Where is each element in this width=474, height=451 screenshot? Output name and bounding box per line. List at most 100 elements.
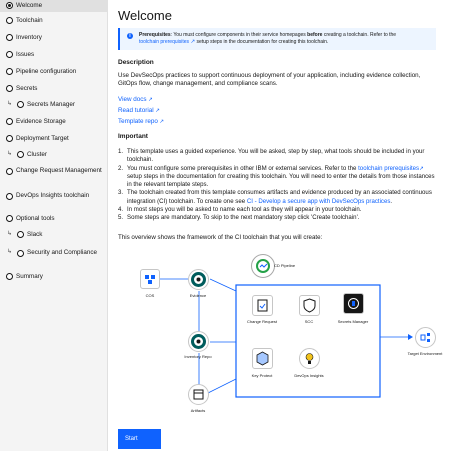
evidence-label: Evidence xyxy=(189,293,207,298)
cos-icon xyxy=(140,269,160,289)
sidebar-item-inventory[interactable]: Inventory xyxy=(0,33,108,43)
sidebar-item-security-and-compliance[interactable]: ↳ Security and Compliance xyxy=(0,248,108,266)
sidebar-item-label: Toolchain xyxy=(16,17,43,24)
cd-pipeline-icon xyxy=(251,254,275,278)
template-repo-link[interactable]: Template repo ↗ xyxy=(118,118,164,125)
radio-icon xyxy=(17,250,24,257)
radio-icon xyxy=(6,193,13,200)
toolchain-prerequisites-link[interactable]: toolchain prerequisites↗ xyxy=(358,165,424,172)
read-tutorial-link[interactable]: Read tutorial ↗ xyxy=(118,107,160,114)
scc-label: SCC xyxy=(304,319,314,324)
sidebar-item-devops-insights-toolchain[interactable]: DevOps Insights toolchain xyxy=(0,191,108,209)
prerequisites-notice: i Prerequisites: You must configure comp… xyxy=(118,28,436,50)
important-steps-list: 1. This template uses a guided experience… xyxy=(118,148,438,223)
sidebar-item-label: Welcome xyxy=(16,2,43,9)
sidebar-item-pipeline-configuration[interactable]: Pipeline configuration xyxy=(0,67,108,77)
artifacts-label: Artifacts xyxy=(190,408,206,413)
radio-icon xyxy=(17,101,24,108)
devops-insights-icon xyxy=(299,348,320,369)
sidebar-item-optional-tools[interactable]: Optional tools xyxy=(0,214,108,224)
cd-pipeline-label: CD Pipeline xyxy=(274,263,296,268)
radio-icon xyxy=(6,17,13,24)
change-request-icon xyxy=(252,295,273,316)
sub-item-arrow-icon: ↳ xyxy=(7,249,13,255)
external-link-icon: ↗ xyxy=(419,165,424,172)
list-item: 4. In most steps you will be asked to nam… xyxy=(118,206,362,214)
overview-text: This overview shows the framework of the… xyxy=(118,234,323,241)
page-title: Welcome xyxy=(118,8,172,23)
radio-icon xyxy=(6,135,13,142)
sidebar-item-label: Issues xyxy=(16,51,35,58)
radio-icon xyxy=(17,231,24,238)
radio-selected-icon xyxy=(6,2,13,9)
radio-icon xyxy=(6,34,13,41)
evidence-icon xyxy=(188,269,209,290)
sidebar-item-slack[interactable]: ↳ Slack xyxy=(0,230,108,240)
inventory-repo-label: Inventory Repo xyxy=(184,354,212,359)
devops-insights-label: DevOps Insights xyxy=(294,373,324,378)
sidebar-item-secrets[interactable]: Secrets xyxy=(0,84,108,94)
radio-icon xyxy=(6,51,13,58)
sidebar-item-label: Deployment Target xyxy=(16,135,69,142)
sidebar-item-label: Secrets xyxy=(16,85,38,92)
sidebar-item-welcome[interactable]: Welcome xyxy=(0,0,108,12)
sidebar: Welcome Toolchain Inventory Issues Pipel… xyxy=(0,0,108,451)
radio-icon xyxy=(6,215,13,222)
sidebar-item-secrets-manager[interactable]: ↳ Secrets Manager xyxy=(0,100,108,110)
sidebar-item-label: Security and Compliance xyxy=(27,249,98,256)
external-link-icon: ↗ xyxy=(157,119,165,125)
view-docs-link[interactable]: View docs ↗ xyxy=(118,96,153,103)
notice-text: Prerequisites: You must configure compon… xyxy=(139,32,397,45)
sidebar-item-label: Evidence Storage xyxy=(16,118,66,125)
sidebar-item-issues[interactable]: Issues xyxy=(0,50,108,60)
sidebar-item-label: Summary xyxy=(16,273,43,280)
list-item: 3. The toolchain created from this templa… xyxy=(118,189,432,205)
sidebar-item-label: Slack xyxy=(27,231,43,238)
radio-icon xyxy=(6,85,13,92)
artifacts-icon xyxy=(188,384,209,405)
ci-template-link[interactable]: CI - Develop a secure app with DevSecOps… xyxy=(247,198,391,205)
sidebar-item-label: Pipeline configuration xyxy=(16,68,77,75)
toolchain-prerequisites-link[interactable]: toolchain prerequisites ↗ xyxy=(139,39,195,45)
sidebar-item-label: Optional tools xyxy=(16,215,55,222)
key-protect-icon xyxy=(252,348,273,369)
sidebar-item-cluster[interactable]: ↳ Cluster xyxy=(0,150,108,160)
target-environment-icon xyxy=(415,327,436,348)
secrets-manager-label: Secrets Manager xyxy=(337,319,369,324)
radio-icon xyxy=(6,168,13,175)
sidebar-item-deployment-target[interactable]: Deployment Target xyxy=(0,134,108,144)
sidebar-item-summary[interactable]: Summary xyxy=(0,272,108,282)
sidebar-item-label: Change Request Management xyxy=(16,167,102,174)
list-item: 1. This template uses a guided experience… xyxy=(118,148,425,164)
inventory-repo-icon xyxy=(188,331,209,352)
secrets-manager-icon xyxy=(343,293,364,314)
radio-icon xyxy=(6,273,13,280)
sub-item-arrow-icon: ↳ xyxy=(7,101,13,107)
description-heading: Description xyxy=(118,59,154,66)
key-protect-label: Key Protect xyxy=(251,373,273,378)
start-button[interactable]: Start xyxy=(118,429,161,449)
sidebar-item-evidence-storage[interactable]: Evidence Storage xyxy=(0,117,108,127)
target-environment-label: Target Environment xyxy=(407,351,443,356)
sidebar-item-label: Inventory xyxy=(16,34,42,41)
external-link-icon: ↗ xyxy=(153,108,160,114)
list-item: 5. Some steps are mandatory. To skip to t… xyxy=(118,214,360,222)
radio-icon xyxy=(6,118,13,125)
sidebar-item-label: Cluster xyxy=(27,151,47,158)
list-item: 2. You must configure some prerequisites … xyxy=(118,164,435,189)
sidebar-item-label: Secrets Manager xyxy=(27,101,75,108)
sub-item-arrow-icon: ↳ xyxy=(7,231,13,237)
toolchain-diagram: CD Pipeline COS Evidence Inventory Repo … xyxy=(118,247,468,427)
sidebar-item-toolchain[interactable]: Toolchain xyxy=(0,16,108,26)
description-text: Use DevSecOps practices to support conti… xyxy=(118,72,421,88)
important-heading: Important xyxy=(118,133,148,140)
sub-item-arrow-icon: ↳ xyxy=(7,151,13,157)
radio-icon xyxy=(17,151,24,158)
change-request-label: Change Request xyxy=(246,319,278,324)
cos-label: COS xyxy=(145,293,155,298)
scc-icon xyxy=(299,295,320,316)
external-link-icon: ↗ xyxy=(146,97,153,103)
sidebar-item-change-request-management[interactable]: Change Request Management xyxy=(0,166,108,184)
radio-icon xyxy=(6,68,13,75)
info-icon: i xyxy=(127,33,133,39)
